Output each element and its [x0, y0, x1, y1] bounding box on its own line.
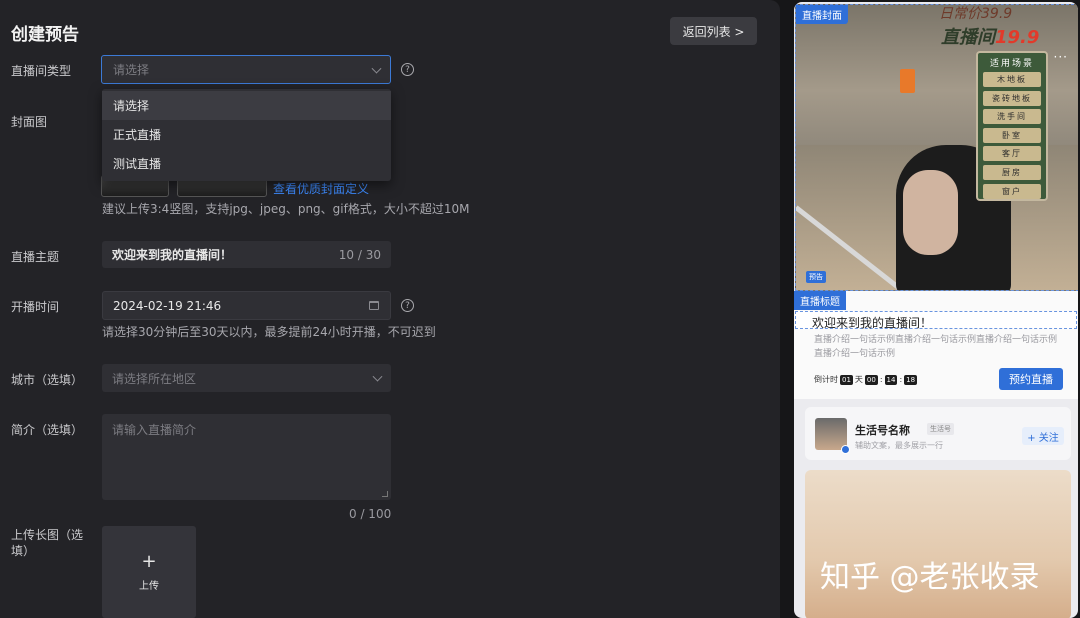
topic-count: 10 / 30: [338, 247, 381, 262]
countdown-minutes: 14: [884, 374, 898, 385]
intro-label: 简介（选填）: [11, 423, 84, 437]
preview-badge: 预告: [806, 271, 826, 283]
room-type-placeholder: 请选择: [113, 63, 150, 77]
account-subtext: 辅助文案，最多展示一行: [855, 441, 943, 450]
scene-board: 适用场景 木地板 瓷砖地板 洗手间 卧室 客厅 厨房 窗户: [976, 51, 1048, 201]
account-tag: 生活号: [927, 423, 954, 435]
plus-icon: +: [141, 550, 157, 572]
countdown-sep: :: [879, 375, 883, 384]
blurred-face: [903, 170, 958, 255]
account-name: 生活号名称: [855, 424, 910, 437]
countdown-hours: 00: [864, 374, 878, 385]
chevron-down-icon: [371, 63, 382, 74]
start-time-value: 2024-02-19 21:46: [113, 298, 222, 313]
intro-placeholder: 请输入直播简介: [112, 423, 197, 437]
topic-value: 欢迎来到我的直播间！: [112, 248, 233, 262]
scene-item: 客厅: [983, 146, 1041, 162]
create-preview-form: 创建预告 返回列表 > 直播间类型 请选择 ? 封面图 查看优质封面定义 建议上…: [0, 0, 780, 618]
cover-daily-price: 日常价39.9: [939, 6, 1013, 22]
start-time-picker[interactable]: 2024-02-19 21:46: [102, 291, 391, 320]
help-icon[interactable]: ?: [401, 299, 414, 312]
room-type-dropdown: 请选择 正式直播 测试直播: [102, 89, 391, 181]
scene-item: 木地板: [983, 72, 1041, 87]
scene-board-title: 适用场景: [989, 59, 1034, 69]
countdown-days: 01: [840, 374, 853, 385]
follow-button[interactable]: + 关注: [1022, 427, 1064, 445]
upload-long-image-button[interactable]: + 上传: [102, 526, 196, 618]
countdown-seconds: 18: [904, 374, 918, 385]
cover-preview: 日常价39.9 直播间19.9 ··· 适用场景 木地板 瓷砖地板 洗手间 卧室…: [795, 4, 1078, 291]
topic-label: 直播主题: [11, 250, 60, 264]
mobile-preview: 日常价39.9 直播间19.9 ··· 适用场景 木地板 瓷砖地板 洗手间 卧室…: [794, 2, 1078, 618]
room-type-label: 直播间类型: [11, 64, 72, 78]
live-title: 欢迎来到我的直播间！: [812, 316, 933, 330]
upload-label: 上传: [139, 580, 159, 592]
dropdown-option[interactable]: 请选择: [102, 91, 391, 120]
resize-handle-icon[interactable]: [382, 491, 388, 497]
scene-item: 洗手间: [983, 109, 1041, 125]
countdown-sep: :: [899, 375, 903, 384]
help-icon[interactable]: ?: [401, 63, 414, 76]
watermark: 知乎 @老张收录: [820, 560, 1040, 595]
cover-tag: 直播封面: [796, 5, 848, 24]
city-select[interactable]: 请选择所在地区: [102, 364, 391, 392]
city-placeholder: 请选择所在地区: [112, 371, 197, 386]
account-card: 生活号名称 生活号 辅助文案，最多展示一行 + 关注: [805, 407, 1071, 460]
topic-input[interactable]: 欢迎来到我的直播间！ 10 / 30: [102, 241, 391, 268]
cover-live-price: 直播间19.9: [941, 23, 1039, 49]
cover-price-label: 直播间: [941, 27, 995, 48]
orange-bucket: [900, 69, 915, 93]
cover-label: 封面图: [11, 115, 48, 129]
scene-item: 卧室: [983, 127, 1041, 143]
calendar-icon: [369, 301, 379, 310]
countdown-label: 倒计时: [814, 375, 838, 384]
live-info-card: 直播标题 欢迎来到我的直播间！ 直播介绍一句话示例直播介绍一句话示例直播介绍一句…: [794, 291, 1078, 399]
back-to-list-button[interactable]: 返回列表 >: [670, 17, 757, 45]
reserve-live-button[interactable]: 预约直播: [999, 368, 1063, 390]
intro-count: 0 / 100: [349, 507, 392, 521]
page-title: 创建预告: [11, 25, 79, 45]
countdown-day-unit: 天: [854, 375, 863, 384]
city-label: 城市（选填）: [11, 373, 84, 387]
chevron-down-icon: [372, 371, 383, 382]
cover-hint: 建议上传3:4竖图，支持jpg、jpeg、png、gif格式，大小不超过10M: [102, 202, 470, 216]
countdown: 倒计时 01 天 00 : 14 : 18: [814, 374, 918, 385]
dropdown-option[interactable]: 测试直播: [102, 149, 391, 178]
start-time-label: 开播时间: [11, 300, 60, 314]
long-image-label: 上传长图（选填）: [11, 528, 84, 558]
cover-price-value: 19.9: [995, 27, 1040, 48]
live-description: 直播介绍一句话示例直播介绍一句话示例直播介绍一句话示例直播介绍一句话示例: [814, 335, 1058, 359]
start-time-hint: 请选择30分钟后至30天以内，最多提前24小时开播，不可迟到: [102, 325, 436, 339]
verified-icon: [841, 445, 850, 454]
intro-textarea[interactable]: 请输入直播简介: [102, 414, 391, 500]
cover-guide-link[interactable]: 查看优质封面定义: [273, 180, 369, 197]
more-icon: ···: [1053, 50, 1068, 64]
live-title-tag: 直播标题: [794, 291, 846, 310]
scene-item: 窗户: [983, 183, 1041, 199]
scene-item: 厨房: [983, 164, 1041, 180]
room-type-select[interactable]: 请选择: [101, 55, 391, 84]
scene-item: 瓷砖地板: [983, 90, 1041, 106]
dropdown-option[interactable]: 正式直播: [102, 120, 391, 149]
